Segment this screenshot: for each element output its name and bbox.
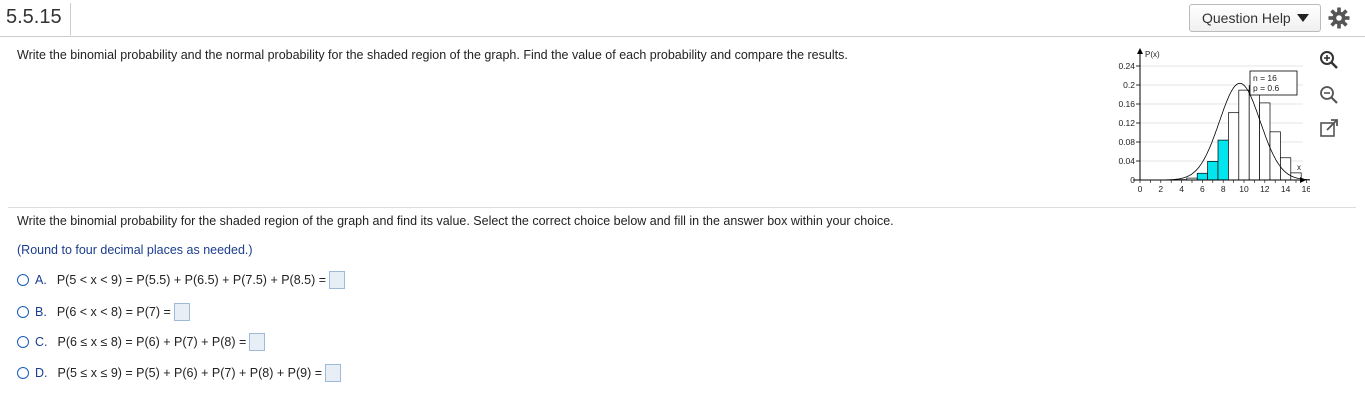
x-tick-label: 6	[1200, 184, 1205, 194]
popout-icon[interactable]	[1318, 117, 1340, 139]
choice-b-text: P(6 < x < 8) = P(7) =	[56, 305, 171, 319]
choice-d-letter: D.	[35, 366, 48, 380]
radio-button-b[interactable]	[17, 306, 29, 318]
question-help-label: Question Help	[1202, 10, 1291, 26]
choice-b-letter: B.	[35, 305, 47, 319]
y-tick-label: 0.12	[1118, 118, 1135, 128]
x-tick-label: 0	[1138, 184, 1143, 194]
bar-x-8	[1217, 139, 1229, 181]
bar-x-13	[1269, 131, 1281, 181]
answer-box-d[interactable]	[325, 364, 342, 382]
x-tick-label: 2	[1158, 184, 1163, 194]
choice-a-letter: A.	[35, 273, 47, 287]
header-divider-line	[0, 36, 1365, 37]
x-tick-label: 14	[1281, 184, 1291, 194]
radio-button-c[interactable]	[17, 336, 29, 348]
radio-button-d[interactable]	[17, 367, 29, 379]
y-axis-arrow	[1137, 48, 1143, 54]
gear-icon[interactable]	[1327, 6, 1351, 30]
choice-c[interactable]: C. P(6 ≤ x ≤ 8) = P(6) + P(7) + P(8) =	[17, 331, 266, 353]
legend-n: n = 16	[1253, 73, 1277, 83]
x-tick-label: 8	[1221, 184, 1226, 194]
x-axis-label: x	[1297, 163, 1301, 172]
x-tick-label: 10	[1239, 184, 1249, 194]
answer-box-c[interactable]	[249, 333, 266, 351]
bar-x-11	[1248, 85, 1260, 181]
y-tick-label: 0.04	[1118, 156, 1135, 166]
zoom-in-icon[interactable]	[1318, 49, 1340, 71]
section-divider	[8, 207, 1356, 208]
sub-prompt: Write the binomial probability for the s…	[17, 214, 894, 228]
legend-p: p = 0.6	[1253, 83, 1280, 93]
zoom-out-icon[interactable]	[1318, 84, 1340, 106]
choice-c-letter: C.	[35, 335, 48, 349]
answer-box-a[interactable]	[329, 271, 346, 289]
y-tick-label: 0.2	[1123, 80, 1135, 90]
problem-number: 5.5.15	[6, 6, 62, 28]
choice-d[interactable]: D. P(5 ≤ x ≤ 9) = P(5) + P(6) + P(7) + P…	[17, 362, 342, 384]
answer-box-b[interactable]	[173, 303, 190, 321]
choice-c-text: P(6 ≤ x ≤ 8) = P(6) + P(7) + P(8) =	[57, 335, 247, 349]
choice-b[interactable]: B. P(6 < x < 8) = P(7) =	[17, 301, 190, 323]
x-axis-arrow	[1300, 177, 1306, 183]
choice-d-text: P(5 ≤ x ≤ 9) = P(5) + P(6) + P(7) + P(8)…	[57, 366, 323, 380]
bar-group	[1165, 85, 1310, 181]
legend-box: n = 16 p = 0.6	[1249, 70, 1298, 96]
choice-a-text: P(5 < x < 9) = P(5.5) + P(6.5) + P(7.5) …	[56, 273, 327, 287]
binomial-histogram: 0.24 0.2 0.16 0.12 0.08 0.04 0 0 2 4 6 8 10 12 14 16 P…	[1118, 48, 1310, 194]
caret-down-icon	[1296, 14, 1309, 22]
choice-a[interactable]: A. P(5 < x < 9) = P(5.5) + P(6.5) + P(7.…	[17, 269, 346, 291]
radio-button-a[interactable]	[17, 274, 29, 286]
header-divider	[70, 3, 71, 35]
bar-x-7	[1207, 161, 1219, 181]
y-tick-labels: 0.24 0.2 0.16 0.12 0.08 0.04 0	[1118, 61, 1140, 185]
y-tick-label: 0.08	[1118, 137, 1135, 147]
y-tick-label: 0.16	[1118, 99, 1135, 109]
header-bar: 5.5.15 Question Help	[0, 0, 1365, 36]
question-help-button[interactable]: Question Help	[1189, 4, 1321, 32]
rounding-note: (Round to four decimal places as needed.…	[17, 243, 253, 257]
bar-x-10	[1238, 89, 1250, 181]
y-tick-label: 0	[1130, 175, 1135, 185]
bar-x-9	[1228, 112, 1240, 181]
bar-x-12	[1259, 102, 1271, 181]
x-tick-label: 4	[1179, 184, 1184, 194]
x-tick-label: 16	[1302, 184, 1310, 194]
bar-x-6	[1196, 172, 1208, 181]
x-tick-labels: 0 2 4 6 8 10 12 14 16	[1138, 180, 1310, 194]
y-axis-label: P(x)	[1145, 50, 1160, 59]
x-tick-label: 12	[1260, 184, 1270, 194]
y-tick-label: 0.24	[1118, 61, 1135, 71]
question-prompt: Write the binomial probability and the n…	[17, 48, 848, 62]
